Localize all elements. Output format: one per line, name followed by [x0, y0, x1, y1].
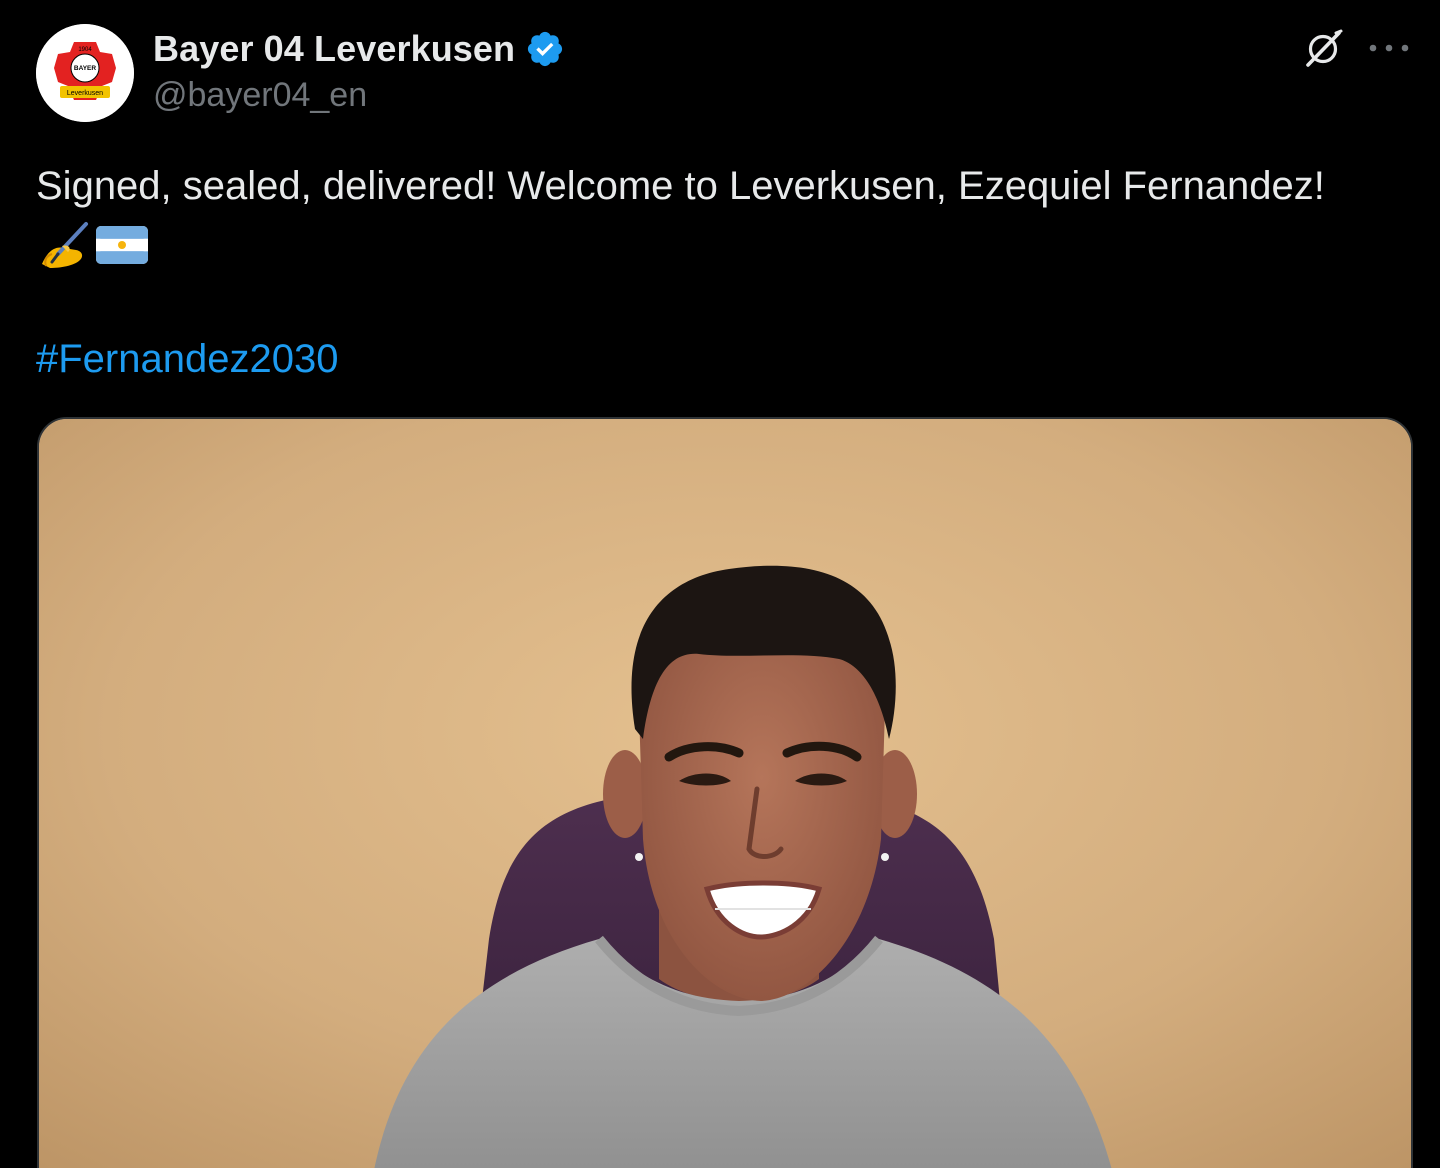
- bayer-logo-icon: 1904 BAYER Leverkusen: [36, 24, 134, 122]
- svg-text:Leverkusen: Leverkusen: [67, 90, 103, 97]
- player-photo: [39, 419, 1411, 1168]
- avatar[interactable]: 1904 BAYER Leverkusen: [36, 24, 134, 122]
- author-block: Bayer 04 Leverkusen @bayer04_en: [153, 26, 565, 115]
- media-photo[interactable]: [37, 417, 1413, 1168]
- grok-icon[interactable]: [1302, 28, 1344, 70]
- svg-text:1904: 1904: [78, 47, 92, 53]
- argentina-flag-icon: [96, 226, 148, 264]
- verified-badge-icon[interactable]: [525, 29, 565, 69]
- display-name[interactable]: Bayer 04 Leverkusen: [153, 28, 515, 70]
- more-options-icon[interactable]: [1367, 36, 1411, 60]
- svg-text:BAYER: BAYER: [74, 65, 96, 72]
- writing-hand-icon: [42, 222, 88, 268]
- hashtag-link[interactable]: #Fernandez2030: [36, 333, 338, 385]
- tweet-text: Signed, sealed, delivered! Welcome to Le…: [36, 164, 1325, 208]
- tweet: 1904 BAYER Leverkusen Bayer 04 Leverkuse…: [0, 0, 1440, 1168]
- emoji-row: [38, 220, 148, 270]
- handle[interactable]: @bayer04_en: [153, 76, 565, 115]
- name-row: Bayer 04 Leverkusen: [153, 26, 565, 72]
